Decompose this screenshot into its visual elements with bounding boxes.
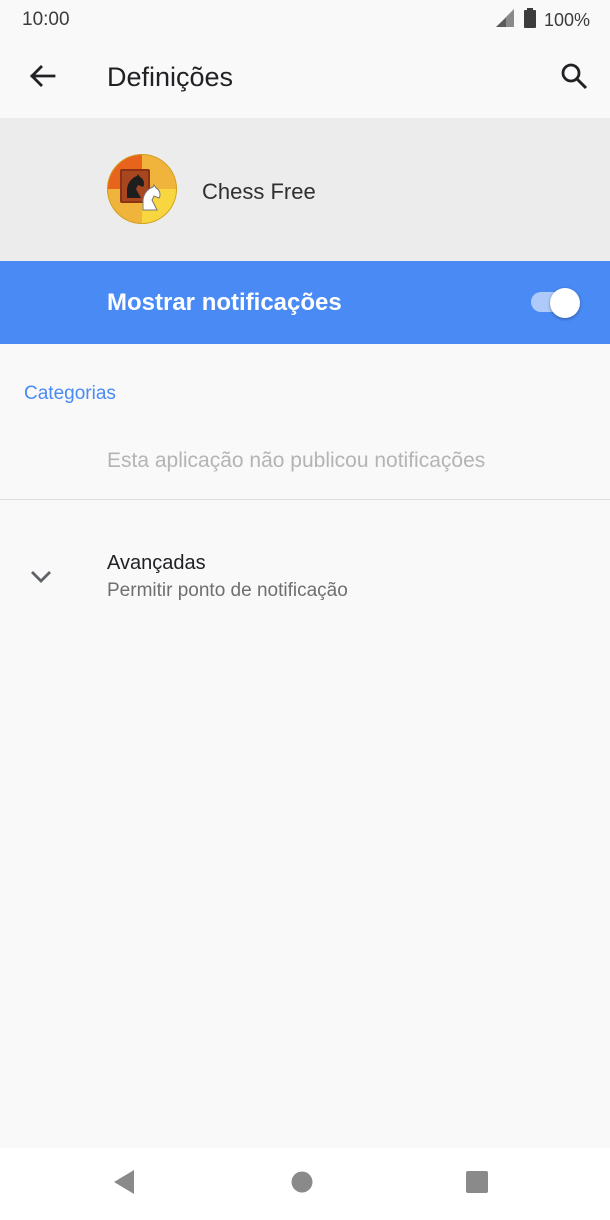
page-title: Definições [107, 62, 234, 92]
back-button[interactable] [18, 54, 66, 102]
advanced-row[interactable]: Avançadas Permitir ponto de notificação [0, 530, 610, 626]
nav-home-button[interactable] [282, 1166, 322, 1202]
signal-icon [495, 8, 516, 32]
app-name: Chess Free [202, 179, 316, 204]
arrow-back-icon [28, 62, 56, 95]
nav-recents-icon [465, 1170, 489, 1199]
search-icon [560, 62, 588, 95]
navigation-bar [0, 1148, 610, 1220]
nav-back-button[interactable] [104, 1166, 144, 1202]
categories-header: Categorias [24, 383, 116, 404]
nav-back-icon [112, 1169, 136, 1200]
advanced-subtitle: Permitir ponto de notificação [107, 580, 348, 601]
nav-recents-button[interactable] [457, 1166, 497, 1202]
status-time: 10:00 [22, 9, 70, 30]
chess-knight-icon [107, 154, 177, 224]
toggle-thumb[interactable] [550, 288, 580, 318]
divider [0, 499, 610, 500]
show-notifications-switch-row[interactable]: Mostrar notificações [0, 261, 610, 344]
search-button[interactable] [550, 54, 598, 102]
app-bar: Definições [0, 40, 610, 118]
status-bar: 10:00 100% [0, 0, 610, 40]
status-icons: 100% [495, 7, 590, 33]
battery-icon [523, 7, 536, 33]
advanced-title: Avançadas [107, 552, 206, 574]
show-notifications-label: Mostrar notificações [107, 289, 342, 316]
no-notifications-text: Esta aplicação não publicou notificações [107, 449, 486, 472]
app-header: Chess Free [0, 118, 610, 261]
nav-home-icon [290, 1170, 314, 1199]
battery-percentage: 100% [543, 9, 590, 30]
chevron-down-icon [24, 560, 58, 594]
